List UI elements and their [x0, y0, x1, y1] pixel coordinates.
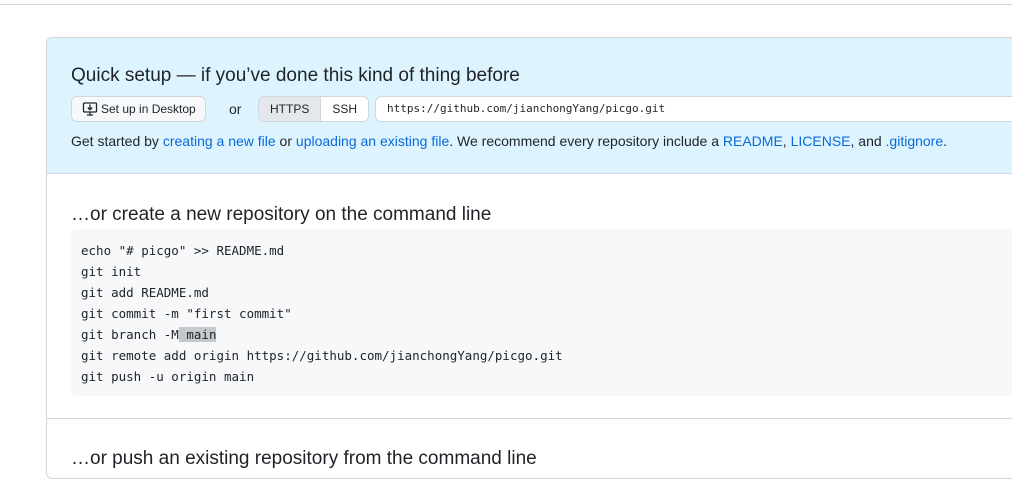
quick-setup-title: Quick setup — if you’ve done this kind o…	[71, 65, 520, 86]
new-repo-title: …or create a new repository on the comma…	[71, 204, 492, 225]
code-line: git push -u origin main	[81, 369, 255, 384]
desc-text-period: .	[943, 133, 948, 149]
license-link[interactable]: LICENSE	[791, 133, 851, 149]
code-line-branch: git branch -M main	[81, 324, 1012, 345]
clone-url-input[interactable]: https://github.com/jianchongYang/picgo.g…	[375, 96, 1012, 122]
desc-text-comma: ,	[782, 133, 791, 149]
desc-text-or: or	[275, 133, 296, 149]
ssh-button[interactable]: SSH	[321, 97, 369, 121]
code-line: git remote add origin https://github.com…	[81, 348, 563, 363]
readme-link[interactable]: README	[723, 133, 783, 149]
upload-existing-file-link[interactable]: uploading an existing file	[296, 133, 449, 149]
desktop-download-icon	[82, 101, 98, 117]
desc-text-and: , and	[850, 133, 886, 149]
https-button[interactable]: HTTPS	[259, 97, 322, 121]
create-new-file-link[interactable]: creating a new file	[163, 133, 276, 149]
gitignore-link[interactable]: .gitignore	[886, 133, 944, 149]
protocol-toggle: HTTPS SSH	[258, 96, 370, 122]
section-divider	[47, 418, 1012, 419]
desc-text-recommend: . We recommend every repository include …	[449, 133, 723, 149]
new-repo-code-block[interactable]: echo "# picgo" >> README.md git init git…	[71, 229, 1012, 396]
code-line: git commit -m "first commit"	[81, 306, 292, 321]
selected-text-main: main	[178, 327, 217, 342]
quick-setup-description: Get started by creating a new file or up…	[71, 133, 947, 149]
repo-setup-panel: Quick setup — if you’ve done this kind o…	[46, 37, 1012, 479]
push-existing-title: …or push an existing repository from the…	[71, 448, 537, 469]
desc-text-prefix: Get started by	[71, 133, 163, 149]
branch-command-text: git branch -M	[81, 327, 179, 342]
code-line: echo "# picgo" >> README.md	[81, 243, 285, 258]
code-line: git init	[81, 264, 142, 279]
quick-setup-box: Quick setup — if you’ve done this kind o…	[47, 38, 1012, 174]
or-separator: or	[229, 101, 242, 117]
set-up-in-desktop-button[interactable]: Set up in Desktop	[71, 96, 206, 122]
header-divider	[0, 4, 1012, 5]
code-line: git add README.md	[81, 285, 209, 300]
set-up-in-desktop-label: Set up in Desktop	[101, 102, 196, 116]
